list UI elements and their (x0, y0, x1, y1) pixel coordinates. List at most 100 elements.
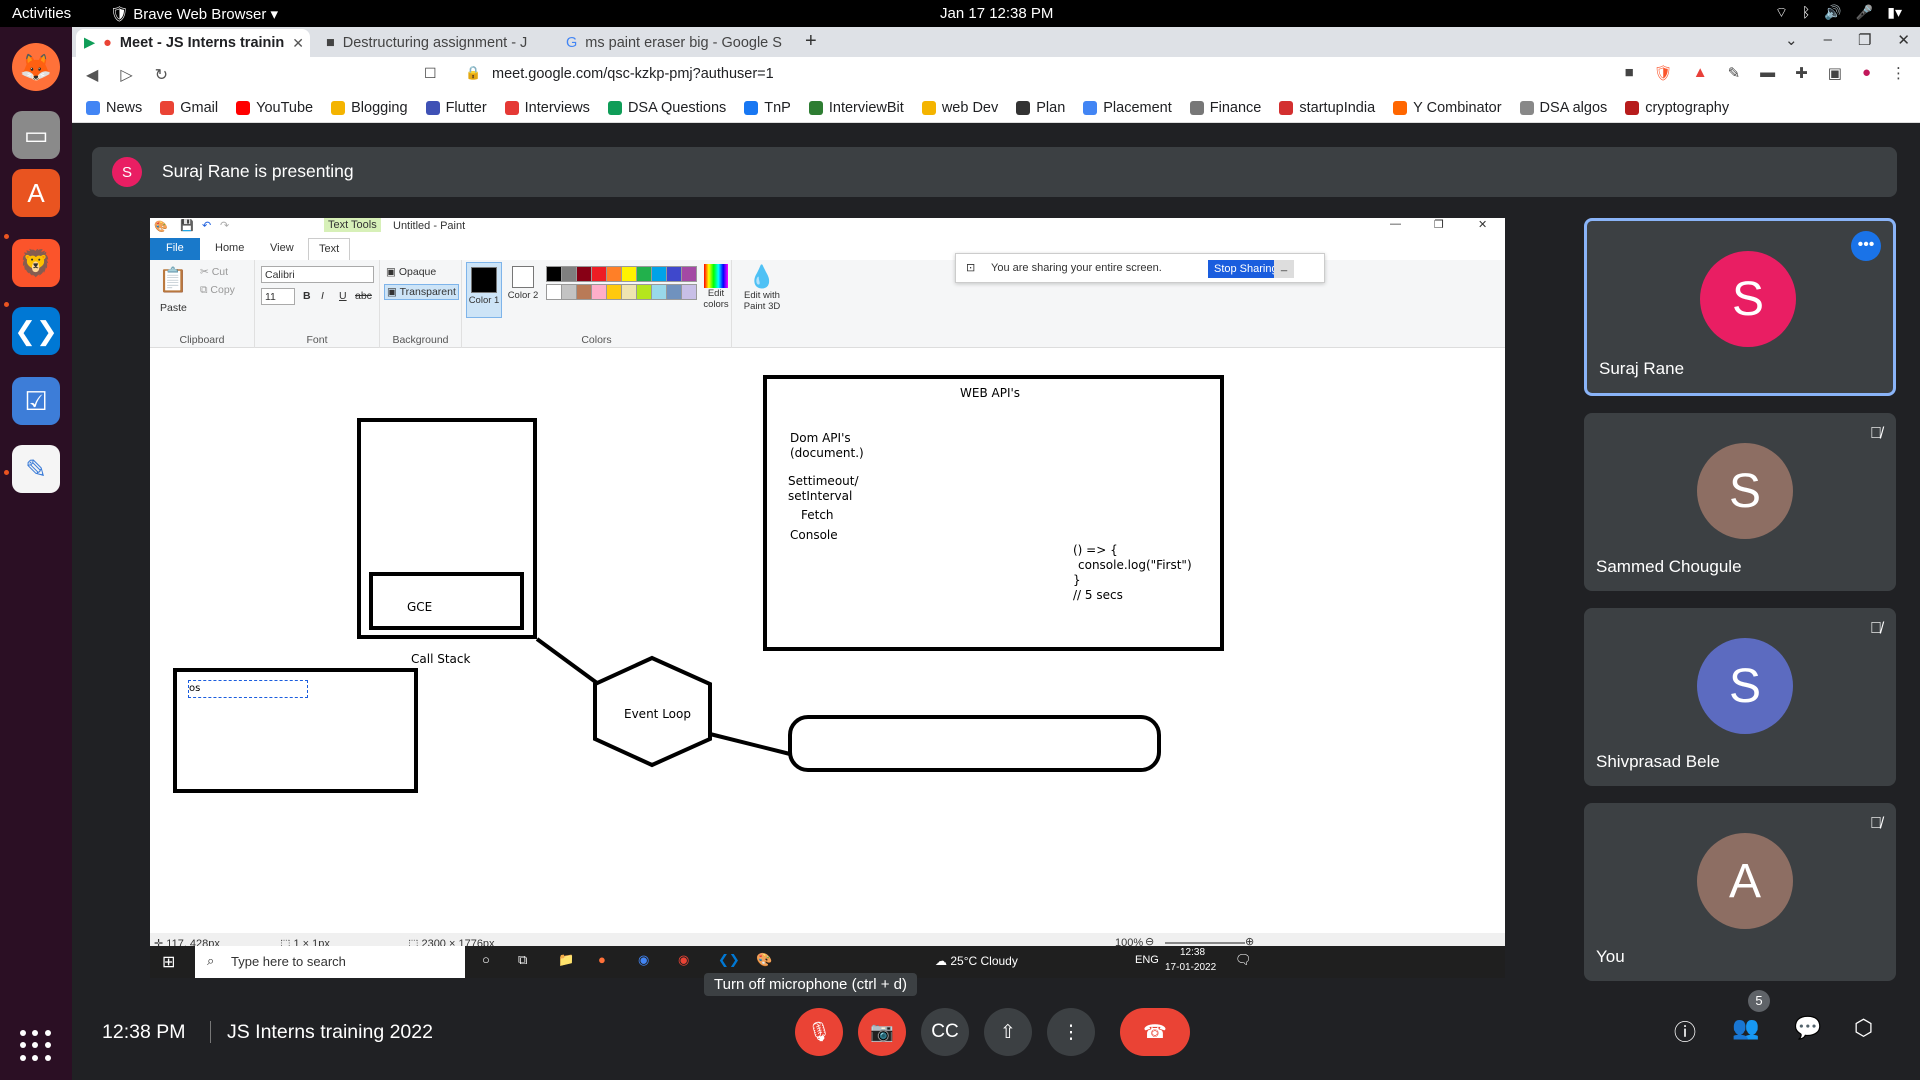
activities-icon[interactable]: ⬡ (1854, 1015, 1873, 1041)
paste-button[interactable]: Paste (160, 302, 187, 314)
color-swatch[interactable] (576, 284, 592, 300)
task-view-icon[interactable]: ⧉ (518, 952, 527, 968)
bookmark-item[interactable]: YouTube (236, 100, 313, 116)
brave-rewards-icon[interactable]: ▲ (1693, 64, 1708, 82)
color-swatch[interactable] (591, 266, 607, 282)
tab-search-icon[interactable]: ⌄ (1785, 31, 1798, 49)
zoom-slider[interactable] (1165, 942, 1245, 944)
weather[interactable]: ☁ 25°C Cloudy (935, 954, 1018, 968)
bookmark-icon[interactable]: ☐ (424, 65, 437, 82)
system-tray[interactable]: ⌔ ᛒ 🔊 🎤 ▮▾ (1775, 4, 1902, 22)
chrome-taskbar-icon[interactable]: ◉ (638, 952, 649, 968)
present-button[interactable]: ⇧ (984, 1008, 1032, 1056)
more-options-icon[interactable]: ••• (1851, 231, 1881, 261)
files-icon[interactable]: ▭ (12, 111, 60, 159)
color-swatch[interactable] (666, 266, 682, 282)
color-swatch[interactable] (681, 266, 697, 282)
font-size-select[interactable]: 11 (261, 288, 295, 305)
extension-minus-icon[interactable]: ▬ (1760, 64, 1775, 82)
brave-icon[interactable]: 🦁 (12, 239, 60, 287)
color-swatch[interactable] (636, 266, 652, 282)
color-swatch[interactable] (606, 266, 622, 282)
bookmark-item[interactable]: InterviewBit (808, 100, 904, 116)
redo-icon[interactable]: ↷ (220, 219, 229, 232)
tab-view[interactable]: View (260, 238, 304, 260)
windows-start-icon[interactable]: ⊞ (162, 952, 175, 972)
bookmark-item[interactable]: startupIndia (1279, 100, 1375, 116)
tasks-icon[interactable]: ☑ (12, 377, 60, 425)
hide-notice-button[interactable]: _ (1274, 260, 1294, 278)
bookmark-item[interactable]: Plan (1016, 100, 1065, 116)
color-swatch[interactable] (546, 284, 562, 300)
stop-sharing-button[interactable]: Stop Sharing (1208, 260, 1284, 278)
tab-google-search[interactable]: G ms paint eraser big - Google S (558, 29, 794, 57)
participant-tile[interactable]: S 🎙̸ Sammed Chougule (1584, 413, 1896, 591)
brave-shields-icon[interactable]: 🛡 (1654, 64, 1673, 82)
bookmark-item[interactable]: TnP (744, 100, 791, 116)
address-bar[interactable]: meet.google.com/qsc-kzkp-pmj?authuser=1 (492, 66, 774, 82)
system-clock[interactable]: Jan 17 12:38 PM (940, 5, 1053, 22)
wallet-icon[interactable]: ▣ (1828, 64, 1842, 82)
text-editor-icon[interactable]: ✎ (12, 445, 60, 493)
bookmark-item[interactable]: News (86, 100, 142, 116)
software-center-icon[interactable]: A (12, 169, 60, 217)
back-icon[interactable]: ◀ (86, 65, 98, 85)
copy-button[interactable]: ⧉ Copy (200, 284, 235, 297)
bookmark-item[interactable]: DSA algos (1519, 100, 1607, 116)
bookmark-item[interactable]: Placement (1083, 100, 1172, 116)
edit-paint3d-button[interactable]: 💧 Edit with Paint 3D (736, 264, 788, 312)
minimize-icon[interactable]: – (1824, 31, 1832, 49)
info-icon[interactable]: ⓘ (1674, 1015, 1696, 1047)
color-swatch[interactable] (681, 284, 697, 300)
paint-canvas[interactable]: WEB API's Dom API's (document.) Settimeo… (150, 353, 1505, 933)
bookmark-item[interactable]: Interviews (504, 100, 590, 116)
transparent-button[interactable]: ▣ Transparent (384, 284, 459, 300)
paint-minimize-icon[interactable]: — (1390, 218, 1401, 230)
captions-button[interactable]: CC (921, 1008, 969, 1056)
close-tab-icon[interactable]: ✕ (292, 35, 304, 52)
color-swatch[interactable] (546, 266, 562, 282)
paste-icon[interactable]: 📋 (158, 266, 188, 295)
notifications-icon[interactable]: 🗨 (1235, 952, 1252, 968)
close-window-icon[interactable]: ✕ (1897, 31, 1910, 49)
app-menu[interactable]: 🛡 Brave Web Browser ▾ (110, 5, 278, 23)
color-swatch[interactable] (561, 284, 577, 300)
reload-icon[interactable]: ↻ (155, 65, 168, 85)
firefox-icon[interactable]: 🦊 (12, 43, 60, 91)
bookmark-item[interactable]: Y Combinator (1393, 100, 1502, 116)
taskbar-time[interactable]: 12:38 (1180, 947, 1205, 958)
firefox-taskbar-icon[interactable]: ● (598, 952, 606, 967)
extensions-icon[interactable]: ✚ (1795, 64, 1808, 82)
bookmark-item[interactable]: web Dev (921, 100, 998, 116)
color-swatch[interactable] (621, 284, 637, 300)
tab-file[interactable]: File (150, 238, 200, 260)
strikethrough-button[interactable]: abc (355, 290, 372, 302)
paint-close-icon[interactable]: ✕ (1478, 218, 1487, 231)
bookmark-item[interactable]: Blogging (331, 100, 408, 116)
chat-icon[interactable]: 💬 (1794, 1015, 1821, 1041)
more-options-button[interactable]: ⋮ (1047, 1008, 1095, 1056)
undo-icon[interactable]: ↶ (202, 219, 211, 232)
color-swatch[interactable] (606, 284, 622, 300)
opaque-button[interactable]: ▣ Opaque (386, 266, 436, 278)
forward-icon[interactable]: ▷ (120, 65, 132, 85)
bookmark-item[interactable]: cryptography (1625, 100, 1729, 116)
restore-icon[interactable]: ❐ (1858, 31, 1871, 49)
save-icon[interactable]: 💾 (180, 219, 194, 232)
activities-button[interactable]: Activities (12, 5, 71, 22)
cut-button[interactable]: ✂ Cut (200, 266, 228, 278)
profile-avatar[interactable]: ● (1862, 64, 1871, 82)
tab-destructuring[interactable]: ■ Destructuring assignment - J (318, 29, 550, 57)
color-swatch[interactable] (636, 284, 652, 300)
lock-icon[interactable]: 🔒 (465, 65, 481, 81)
color-swatch[interactable] (651, 266, 667, 282)
color-swatch[interactable] (591, 284, 607, 300)
vscode-taskbar-icon[interactable]: ❮❯ (718, 952, 740, 968)
tab-meet[interactable]: ▶ ● Meet - JS Interns trainin ✕ (76, 29, 310, 57)
color-swatch[interactable] (561, 266, 577, 282)
camera-icon[interactable]: ■ (1625, 64, 1634, 82)
color-swatch[interactable] (576, 266, 592, 282)
tab-text[interactable]: Text (308, 238, 351, 260)
color1-button[interactable]: Color 1 (466, 262, 502, 318)
participant-tile[interactable]: A 🎙̸ You (1584, 803, 1896, 981)
